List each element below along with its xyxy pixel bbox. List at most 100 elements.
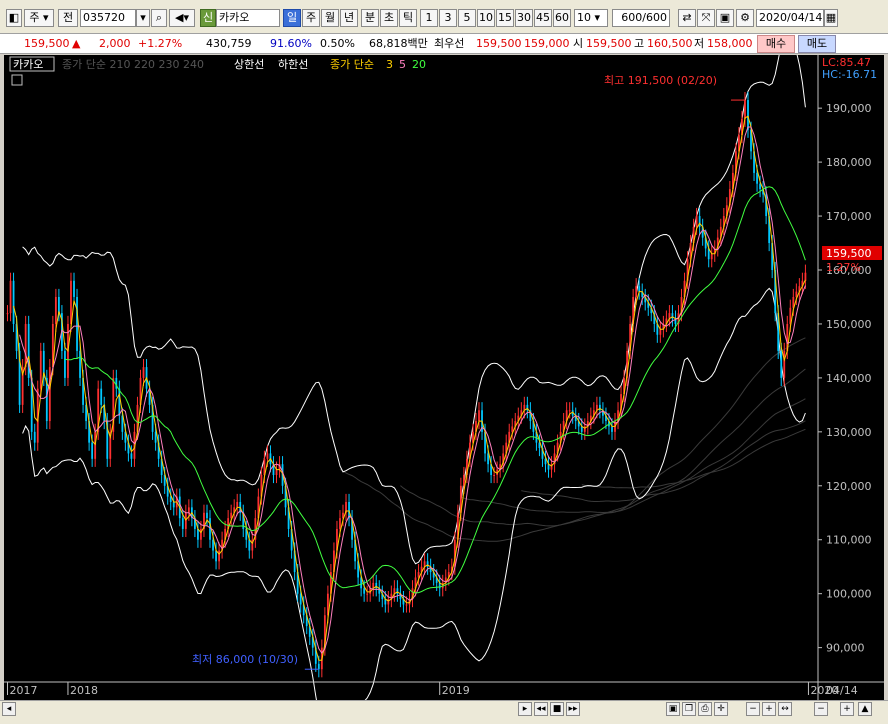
tab-day[interactable]: 일 (283, 9, 301, 27)
candle-body (54, 296, 57, 324)
candle-body (462, 475, 465, 486)
candle-body (100, 388, 103, 405)
ma20-line (64, 186, 806, 594)
low-annotation: 최저 86,000 (10/30) (192, 653, 298, 666)
candle-body (635, 286, 638, 297)
calendar-icon[interactable]: ▦ (824, 9, 838, 27)
ma3-line (13, 115, 806, 661)
count-input[interactable]: 10 ▾ (574, 9, 608, 27)
hc-value: HC:-16.71 (822, 68, 877, 81)
x-tick-label: 2019 (442, 684, 470, 697)
candle-body (197, 528, 199, 540)
legend-lower: 하한선 (278, 57, 308, 71)
num-30[interactable]: 30 (515, 9, 533, 27)
high-annotation: 최고 191,500 (02/20) (604, 74, 717, 87)
quote-change-arrow: ▲ (72, 37, 81, 50)
num-15[interactable]: 15 (496, 9, 514, 27)
zoom-in-icon[interactable]: + (762, 702, 776, 716)
save-icon[interactable]: ▣ (716, 9, 734, 27)
quote-change: 2,000 (99, 37, 131, 50)
num-10[interactable]: 10 (477, 9, 495, 27)
num-3[interactable]: 3 (439, 9, 457, 27)
y-tick-label: 110,000 (826, 534, 872, 547)
quote-turnover: 0.50% (320, 37, 355, 50)
line-layer (13, 99, 806, 670)
chart-name: 카카오 (13, 58, 43, 71)
quote-open-label: 시 (573, 37, 584, 50)
tab-year[interactable]: 년 (340, 9, 358, 27)
candle-body (744, 100, 746, 119)
price-chart[interactable]: 90,000 100,000 110,000 120,000 130,000 140,00… (4, 35, 884, 724)
candle-body (142, 367, 145, 378)
scroll-right-icon[interactable]: ▸ (518, 702, 532, 716)
num-5[interactable]: 5 (458, 9, 476, 27)
sound-icon[interactable]: ◀▾ (169, 9, 195, 27)
num-45[interactable]: 45 (534, 9, 552, 27)
candle-body (12, 280, 15, 324)
candle-body (756, 172, 758, 184)
candle-body (659, 329, 662, 335)
code-dropdown-icon[interactable]: ▾ (136, 9, 150, 27)
tab-week[interactable]: 주 (302, 9, 320, 27)
num-60[interactable]: 60 (553, 9, 571, 27)
date-input[interactable]: 2020/04/14 (756, 9, 824, 27)
search-icon[interactable]: ⌕ (151, 9, 167, 27)
quote-best-label: 최우선 (434, 37, 465, 50)
gear-icon[interactable]: ⚙ (736, 9, 754, 27)
candle-body (248, 539, 251, 551)
candle-body (130, 453, 133, 459)
y-tick-label: 150,000 (826, 318, 872, 331)
legend-ma-long: 종가 단순 210 220 230 240 (62, 58, 204, 71)
candle-body (118, 388, 121, 416)
buy-button[interactable]: 매수 (757, 35, 795, 53)
fit-icon[interactable]: ↔ (778, 702, 792, 716)
range-input[interactable]: 600/600 (612, 9, 670, 27)
tab-month[interactable]: 월 (321, 9, 339, 27)
chart-type-icon[interactable]: ◧ (6, 9, 22, 27)
candle-body (24, 323, 27, 368)
y-tick-label: 190,000 (826, 102, 872, 115)
tab-tick[interactable]: 틱 (399, 9, 417, 27)
candle-body (91, 442, 94, 459)
grid-toggle-icon[interactable] (11, 74, 23, 86)
num-1[interactable]: 1 (420, 9, 438, 27)
print-icon[interactable]: ⎙ (698, 702, 712, 716)
quote-best-ask: 159,500 (476, 37, 522, 50)
candle-body (387, 599, 390, 605)
candle-body (266, 453, 269, 459)
x-tick-label: 2018 (70, 684, 98, 697)
market-badge: 신 (200, 9, 216, 27)
candle-body (363, 588, 366, 594)
compare-icon[interactable]: ⇄ (678, 9, 696, 27)
copy-icon[interactable]: ❐ (682, 702, 696, 716)
candle-body (568, 410, 571, 412)
tab-second[interactable]: 초 (380, 9, 398, 27)
sell-button[interactable]: 매도 (798, 35, 836, 53)
quote-high: 160,500 (647, 37, 693, 50)
tool-icon[interactable]: ⤧ (697, 9, 715, 27)
period-select[interactable]: 주 ▾ (24, 9, 54, 27)
legend-ma-short: 종가 단순 (330, 58, 374, 71)
layout-icon[interactable]: ▣ (666, 702, 680, 716)
candle-body (405, 604, 408, 606)
current-pct-label: 1.27% (826, 261, 861, 274)
candle-body (396, 588, 399, 594)
candle-body (172, 501, 175, 508)
candle-body (426, 561, 429, 567)
forward-icon[interactable]: ▸▸ (566, 702, 580, 716)
crosshair-icon[interactable]: ✛ (714, 702, 728, 716)
period-label: 주 (29, 11, 40, 24)
tab-minute[interactable]: 분 (361, 9, 379, 27)
stop-icon[interactable]: ■ (550, 702, 564, 716)
zoom-out-icon[interactable]: − (746, 702, 760, 716)
minus-icon[interactable]: − (814, 702, 828, 716)
code-input[interactable]: 035720 (80, 9, 136, 27)
rewind-icon[interactable]: ◂◂ (534, 702, 548, 716)
quote-volume: 430,759 (206, 37, 252, 50)
stock-name-field[interactable]: 카카오 (216, 9, 280, 27)
all-button[interactable]: 전 (58, 9, 78, 27)
plus-icon[interactable]: + (840, 702, 854, 716)
triangle-icon[interactable]: ▲ (858, 702, 872, 716)
quote-amount: 68,818백만 (369, 37, 428, 50)
scroll-left-icon[interactable]: ◂ (2, 702, 16, 716)
